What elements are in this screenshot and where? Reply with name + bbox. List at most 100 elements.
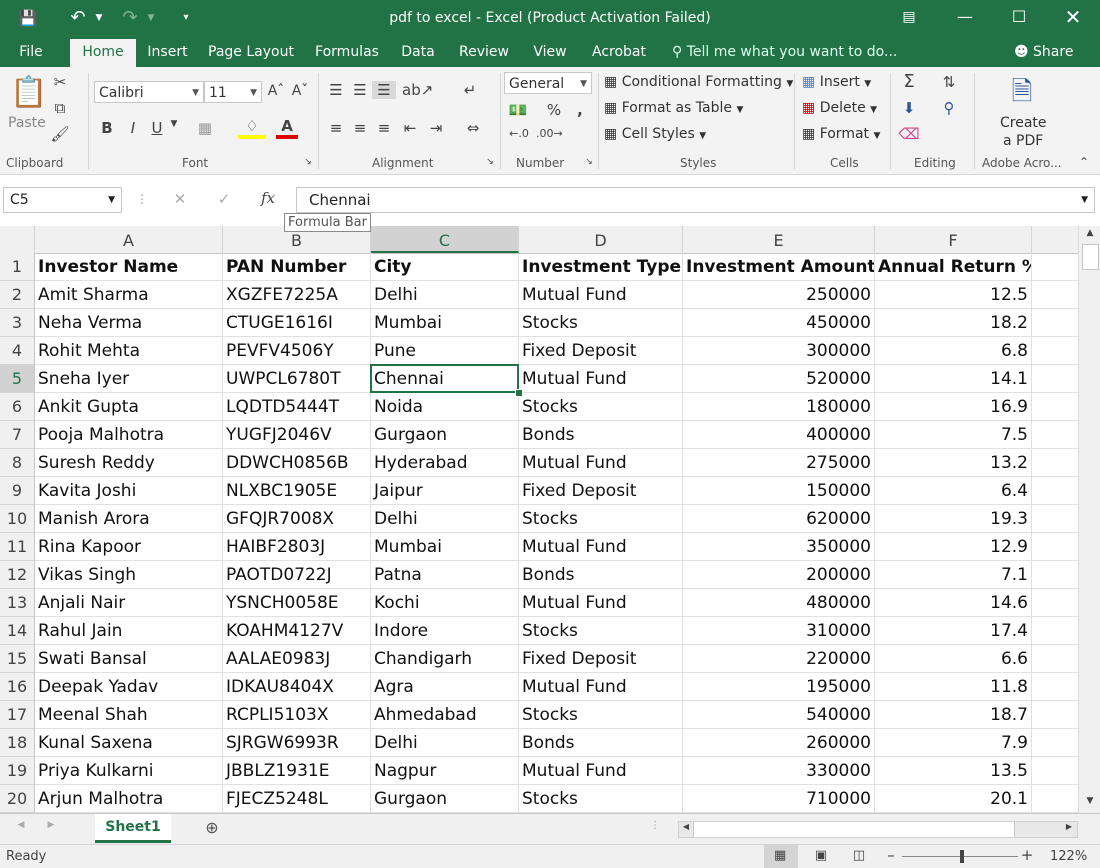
table-cell[interactable]: 7.1 bbox=[875, 561, 1032, 589]
table-cell[interactable]: 18.7 bbox=[875, 701, 1032, 729]
name-box[interactable]: C5 ▼ bbox=[3, 187, 122, 213]
table-cell[interactable]: 19.3 bbox=[875, 505, 1032, 533]
table-cell[interactable]: RCPLI5103X bbox=[223, 701, 371, 729]
table-cell[interactable]: Noida bbox=[371, 393, 519, 421]
table-cell[interactable]: GFQJR7008X bbox=[223, 505, 371, 533]
table-cell[interactable]: HAIBF2803J bbox=[223, 533, 371, 561]
empty-cell[interactable] bbox=[1032, 617, 1078, 645]
cut-icon[interactable]: ✂ bbox=[50, 73, 70, 91]
merge-center-icon[interactable]: ⇔ bbox=[458, 119, 488, 137]
table-cell[interactable]: Arjun Malhotra bbox=[35, 785, 223, 813]
table-cell[interactable]: 260000 bbox=[683, 729, 875, 757]
vertical-scroll-thumb[interactable] bbox=[1082, 244, 1099, 270]
format-as-table-button[interactable]: ▦ Format as Table ▼ bbox=[604, 100, 743, 116]
table-cell[interactable]: 195000 bbox=[683, 673, 875, 701]
table-cell[interactable]: 400000 bbox=[683, 421, 875, 449]
cancel-icon[interactable]: ✕ bbox=[170, 190, 190, 208]
scroll-right-icon[interactable]: ▶ bbox=[1063, 822, 1075, 831]
borders-icon[interactable]: ▦ bbox=[192, 119, 218, 137]
insert-function-button[interactable]: fx bbox=[256, 189, 280, 207]
copy-icon[interactable]: ⧉ bbox=[50, 99, 70, 117]
format-painter-icon[interactable]: 🖌 bbox=[50, 125, 70, 143]
table-cell[interactable]: Kunal Saxena bbox=[35, 729, 223, 757]
table-cell[interactable]: 300000 bbox=[683, 337, 875, 365]
table-cell[interactable]: IDKAU8404X bbox=[223, 673, 371, 701]
table-cell[interactable]: Mutual Fund bbox=[519, 365, 683, 393]
table-cell[interactable]: Priya Kulkarni bbox=[35, 757, 223, 785]
vertical-scrollbar[interactable]: ▲ ▼ bbox=[1078, 226, 1100, 813]
table-cell[interactable]: Agra bbox=[371, 673, 519, 701]
tab-acrobat[interactable]: Acrobat bbox=[584, 37, 654, 67]
formula-input[interactable]: Chennai ▼ bbox=[296, 187, 1095, 213]
currency-icon[interactable]: 💵 bbox=[506, 101, 530, 119]
fill-icon[interactable]: ⬇ bbox=[898, 99, 920, 117]
table-cell[interactable]: KOAHM4127V bbox=[223, 617, 371, 645]
table-cell[interactable]: 200000 bbox=[683, 561, 875, 589]
increase-font-icon[interactable]: Aˆ bbox=[266, 83, 286, 99]
table-cell[interactable]: Nagpur bbox=[371, 757, 519, 785]
zoom-level[interactable]: 122% bbox=[1050, 849, 1087, 864]
new-sheet-icon[interactable]: ⊕ bbox=[202, 818, 222, 837]
table-cell[interactable]: CTUGE1616I bbox=[223, 309, 371, 337]
table-cell[interactable]: Anjali Nair bbox=[35, 589, 223, 617]
fill-handle[interactable] bbox=[515, 389, 523, 397]
empty-cell[interactable] bbox=[1032, 309, 1078, 337]
tab-formulas[interactable]: Formulas bbox=[308, 37, 386, 67]
table-cell[interactable]: Stocks bbox=[519, 785, 683, 813]
table-cell[interactable]: UWPCL6780T bbox=[223, 365, 371, 393]
column-header-partial[interactable] bbox=[1032, 226, 1078, 253]
table-cell[interactable]: Deepak Yadav bbox=[35, 673, 223, 701]
close-icon[interactable]: ✕ bbox=[1050, 0, 1096, 37]
table-cell[interactable]: Stocks bbox=[519, 393, 683, 421]
table-cell[interactable]: 220000 bbox=[683, 645, 875, 673]
table-cell[interactable]: Sneha Iyer bbox=[35, 365, 223, 393]
table-cell[interactable]: Patna bbox=[371, 561, 519, 589]
table-cell[interactable]: DDWCH0856B bbox=[223, 449, 371, 477]
table-cell[interactable]: 310000 bbox=[683, 617, 875, 645]
middle-align-icon[interactable]: ☰ bbox=[350, 81, 370, 99]
table-cell[interactable]: 620000 bbox=[683, 505, 875, 533]
table-cell[interactable]: Stocks bbox=[519, 701, 683, 729]
row-header[interactable]: 1 bbox=[0, 253, 35, 281]
scroll-down-icon[interactable]: ▼ bbox=[1083, 796, 1097, 806]
row-header[interactable]: 16 bbox=[0, 673, 35, 701]
empty-cell[interactable] bbox=[1032, 673, 1078, 701]
table-cell[interactable]: Pooja Malhotra bbox=[35, 421, 223, 449]
scroll-left-icon[interactable]: ◀ bbox=[680, 822, 692, 831]
table-cell[interactable]: 540000 bbox=[683, 701, 875, 729]
table-cell[interactable]: 450000 bbox=[683, 309, 875, 337]
table-cell[interactable]: 7.5 bbox=[875, 421, 1032, 449]
page-break-view-icon[interactable]: ◫ bbox=[850, 848, 868, 863]
table-cell[interactable]: Ahmedabad bbox=[371, 701, 519, 729]
tab-review[interactable]: Review bbox=[452, 37, 516, 67]
table-cell[interactable]: 480000 bbox=[683, 589, 875, 617]
tab-home[interactable]: Home bbox=[70, 39, 136, 67]
table-cell[interactable]: Stocks bbox=[519, 505, 683, 533]
table-cell[interactable]: 330000 bbox=[683, 757, 875, 785]
wrap-text-icon[interactable]: ↵ bbox=[458, 81, 482, 99]
row-header[interactable]: 14 bbox=[0, 617, 35, 645]
table-cell[interactable]: Rahul Jain bbox=[35, 617, 223, 645]
column-header-f[interactable]: F bbox=[875, 226, 1032, 253]
column-header-c[interactable]: C bbox=[371, 226, 519, 253]
table-cell[interactable]: Hyderabad bbox=[371, 449, 519, 477]
empty-cell[interactable] bbox=[1032, 729, 1078, 757]
table-cell[interactable]: Chennai bbox=[371, 365, 519, 393]
table-cell[interactable]: Mutual Fund bbox=[519, 533, 683, 561]
table-cell[interactable]: Ankit Gupta bbox=[35, 393, 223, 421]
tab-insert[interactable]: Insert bbox=[140, 37, 195, 67]
horizontal-scrollbar[interactable]: ◀ ▶ bbox=[678, 821, 1078, 838]
table-cell[interactable]: Stocks bbox=[519, 617, 683, 645]
column-header-a[interactable]: A bbox=[35, 226, 223, 253]
row-header[interactable]: 11 bbox=[0, 533, 35, 561]
table-cell[interactable]: Swati Bansal bbox=[35, 645, 223, 673]
table-cell[interactable]: Gurgaon bbox=[371, 421, 519, 449]
row-header[interactable]: 20 bbox=[0, 785, 35, 813]
table-cell[interactable]: Delhi bbox=[371, 729, 519, 757]
empty-cell[interactable] bbox=[1032, 393, 1078, 421]
table-cell[interactable]: Indore bbox=[371, 617, 519, 645]
comma-button[interactable]: , bbox=[572, 101, 588, 119]
row-header[interactable]: 10 bbox=[0, 505, 35, 533]
empty-cell[interactable] bbox=[1032, 477, 1078, 505]
row-header[interactable]: 18 bbox=[0, 729, 35, 757]
